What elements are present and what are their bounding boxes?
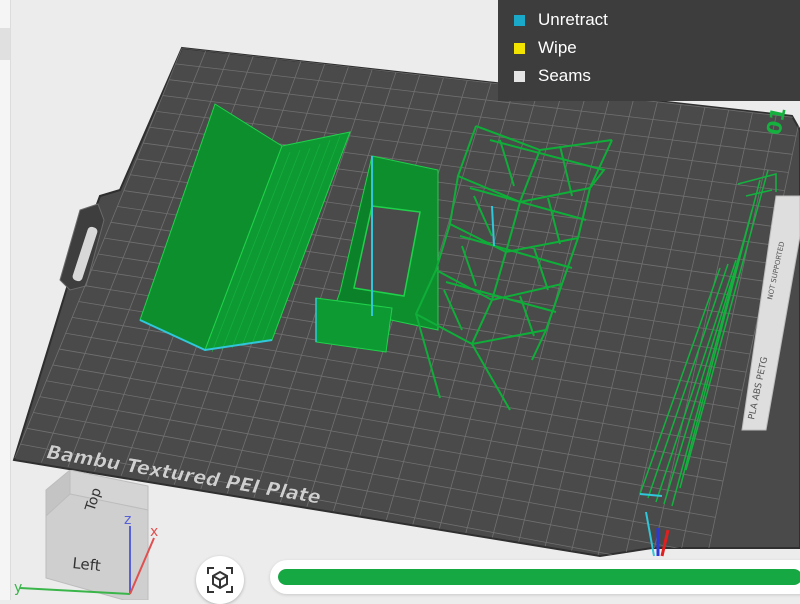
fit-view-button[interactable] <box>196 556 244 604</box>
layer-slider-track[interactable] <box>278 569 800 585</box>
wipe-swatch <box>514 42 525 54</box>
legend-item-wipe: Wipe <box>514 37 577 59</box>
cube-left-label: Left <box>72 554 102 575</box>
legend-label: Unretract <box>538 10 608 29</box>
layer-slider-fill[interactable] <box>278 569 800 585</box>
legend-label: Seams <box>538 66 591 85</box>
x-axis-label: x <box>150 524 158 540</box>
unretract-swatch <box>514 14 525 26</box>
3d-viewport[interactable]: PLA ABS PETG NOT SUPPORTED 01 Bambu Text… <box>0 0 800 604</box>
layer-slider[interactable] <box>270 560 800 594</box>
z-axis-label: z <box>124 512 131 528</box>
y-axis-label: y <box>14 580 22 596</box>
legend-label: Wipe <box>538 38 577 57</box>
fit-view-icon <box>207 567 233 593</box>
legend-item-unretract: Unretract <box>514 9 608 31</box>
view-cube[interactable]: Top Left z x y <box>10 470 170 600</box>
legend-panel: Unretract Wipe Seams <box>498 0 800 101</box>
seams-swatch <box>514 70 525 82</box>
legend-item-seams: Seams <box>514 65 591 87</box>
